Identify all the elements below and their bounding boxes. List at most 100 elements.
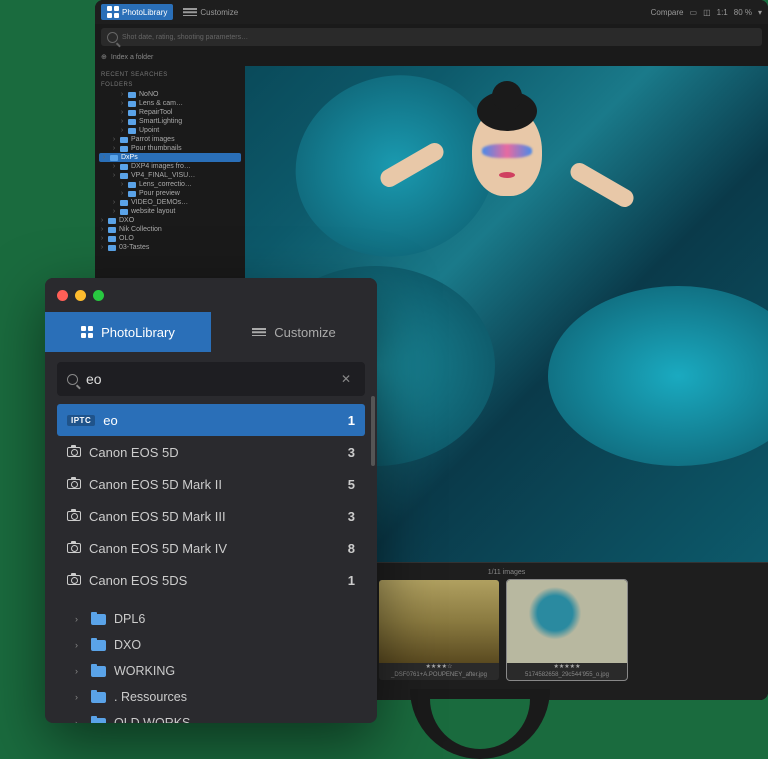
tree-item[interactable]: ›VP4_FINAL_VISU… bbox=[99, 171, 241, 180]
tree-item[interactable]: ›Parrot images bbox=[99, 135, 241, 144]
camera-icon bbox=[67, 543, 81, 553]
chevron-down-icon[interactable]: ▾ bbox=[758, 8, 762, 17]
folder-icon bbox=[120, 209, 128, 215]
tree-item[interactable]: ›03-Tastes bbox=[99, 243, 241, 252]
index-icon: ⊕ bbox=[101, 53, 107, 61]
chevron-right-icon: › bbox=[75, 614, 83, 624]
photolibrary-panel: PhotoLibrary Customize ✕ IPTCeo1Canon EO… bbox=[45, 278, 377, 723]
chevron-right-icon: › bbox=[75, 640, 83, 650]
tree-item-label: Lens_correctio… bbox=[139, 181, 192, 188]
tree-item[interactable]: ›DXP4 images fro… bbox=[99, 162, 241, 171]
view-icon-1[interactable]: ▭ bbox=[690, 8, 698, 17]
camera-icon bbox=[67, 511, 81, 521]
search-result-item[interactable]: Canon EOS 5D 3 bbox=[57, 436, 365, 468]
tree-item[interactable]: ›VIDEO_DEMOs… bbox=[99, 198, 241, 207]
result-count: 1 bbox=[348, 413, 355, 428]
search-icon bbox=[67, 374, 78, 385]
tree-item-label: Nik Collection bbox=[119, 226, 162, 233]
tree-item[interactable]: ›Pour preview bbox=[99, 189, 241, 198]
camera-icon bbox=[67, 447, 81, 457]
view-icon-2[interactable]: ◫ bbox=[703, 8, 711, 17]
tree-item[interactable]: ›website layout bbox=[99, 207, 241, 216]
tree-item-label: website layout bbox=[131, 208, 175, 215]
monitor-search-bar[interactable]: Shot date, rating, shooting parameters… bbox=[101, 28, 762, 46]
result-count: 3 bbox=[348, 445, 355, 460]
tab-customize[interactable]: Customize bbox=[211, 312, 377, 352]
monitor-tab-library-label: PhotoLibrary bbox=[122, 8, 167, 17]
tree-item-label: VP4_FINAL_VISU… bbox=[131, 172, 195, 179]
result-label: Canon EOS 5D bbox=[89, 445, 179, 460]
folder-icon bbox=[108, 245, 116, 251]
folder-icon bbox=[91, 692, 106, 703]
search-result-item[interactable]: Canon EOS 5D Mark III3 bbox=[57, 500, 365, 532]
folder-item[interactable]: ›DPL6 bbox=[57, 606, 365, 632]
index-folder-row[interactable]: ⊕ Index a folder bbox=[101, 50, 762, 64]
thumbnail[interactable]: ★★★★☆_DSF0761+A.POUPENEY_after.jpg bbox=[379, 580, 499, 680]
compare-label[interactable]: Compare bbox=[651, 8, 684, 17]
result-count: 1 bbox=[348, 573, 355, 588]
clear-search-button[interactable]: ✕ bbox=[337, 370, 355, 388]
tree-item[interactable]: ›Lens & cam… bbox=[99, 99, 241, 108]
tree-item-label: SmartLighting bbox=[139, 118, 182, 125]
recent-searches-header: RECENT SEARCHES bbox=[95, 70, 245, 80]
sliders-icon bbox=[252, 326, 266, 338]
grid-icon bbox=[107, 6, 119, 18]
tree-item[interactable]: ›RepairTool bbox=[99, 108, 241, 117]
result-count: 3 bbox=[348, 509, 355, 524]
folder-label: DXO bbox=[114, 638, 141, 652]
zoom-ratio[interactable]: 1:1 bbox=[717, 8, 728, 17]
folder-icon bbox=[128, 101, 136, 107]
folder-icon bbox=[120, 146, 128, 152]
folder-icon bbox=[91, 614, 106, 625]
tree-item-label: Pour thumbnails bbox=[131, 145, 182, 152]
search-result-item[interactable]: IPTCeo1 bbox=[57, 404, 365, 436]
tree-item-label: VIDEO_DEMOs… bbox=[131, 199, 188, 206]
tree-item-label: Upoint bbox=[139, 127, 159, 134]
folder-icon bbox=[128, 191, 136, 197]
folder-item[interactable]: ›OLD WORKS bbox=[57, 710, 365, 723]
folder-icon bbox=[91, 666, 106, 677]
thumbnail[interactable]: ★★★★★5174582658_29c544'955_o.jpg bbox=[507, 580, 627, 680]
result-count: 5 bbox=[348, 477, 355, 492]
tree-item[interactable]: ›SmartLighting bbox=[99, 117, 241, 126]
results-scrollbar[interactable] bbox=[371, 396, 375, 466]
monitor-tab-customize[interactable]: Customize bbox=[177, 4, 244, 20]
folder-icon bbox=[91, 718, 106, 724]
folder-item[interactable]: ›. Ressources bbox=[57, 684, 365, 710]
monitor-stand bbox=[410, 689, 550, 759]
folder-icon bbox=[120, 137, 128, 143]
folder-icon bbox=[110, 155, 118, 161]
zoom-percent[interactable]: 80 % bbox=[734, 8, 752, 17]
tree-item[interactable]: ›Upoint bbox=[99, 126, 241, 135]
sliders-icon bbox=[183, 6, 197, 18]
camera-icon bbox=[67, 479, 81, 489]
tree-item[interactable]: ›NoNO bbox=[99, 90, 241, 99]
grid-icon bbox=[81, 326, 93, 338]
monitor-tab-library[interactable]: PhotoLibrary bbox=[101, 4, 173, 20]
tab-photolibrary[interactable]: PhotoLibrary bbox=[45, 312, 211, 352]
folder-item[interactable]: › DXO bbox=[57, 632, 365, 658]
tree-item[interactable]: ›Nik Collection bbox=[99, 225, 241, 234]
window-close-button[interactable] bbox=[57, 290, 68, 301]
folder-item[interactable]: ›WORKING bbox=[57, 658, 365, 684]
search-input[interactable] bbox=[86, 371, 329, 387]
tree-item[interactable]: ›DXO bbox=[99, 216, 241, 225]
tree-item-label: DXP4 images fro… bbox=[131, 163, 191, 170]
folder-tree: ›NoNO›Lens & cam…›RepairTool›SmartLighti… bbox=[95, 90, 245, 252]
tree-item[interactable]: ›DxPs bbox=[99, 153, 241, 162]
window-maximize-button[interactable] bbox=[93, 290, 104, 301]
tree-item-label: Pour preview bbox=[139, 190, 180, 197]
monitor-toolbar: PhotoLibrary Customize Compare ▭ ◫ 1:1 8… bbox=[95, 0, 768, 24]
search-icon bbox=[107, 32, 118, 43]
tree-item[interactable]: ›OLO bbox=[99, 234, 241, 243]
window-minimize-button[interactable] bbox=[75, 290, 86, 301]
folder-label: OLD WORKS bbox=[114, 716, 190, 723]
tree-item[interactable]: ›Lens_correctio… bbox=[99, 180, 241, 189]
folder-icon bbox=[108, 227, 116, 233]
search-result-item[interactable]: Canon EOS 5D Mark II5 bbox=[57, 468, 365, 500]
thumb-caption: 5174582658_29c544'955_o.jpg bbox=[507, 670, 627, 680]
search-result-item[interactable]: Canon EOS 5DS1 bbox=[57, 564, 365, 596]
tree-item[interactable]: ›Pour thumbnails bbox=[99, 144, 241, 153]
result-label: eo bbox=[103, 413, 117, 428]
search-result-item[interactable]: Canon EOS 5D Mark IV8 bbox=[57, 532, 365, 564]
